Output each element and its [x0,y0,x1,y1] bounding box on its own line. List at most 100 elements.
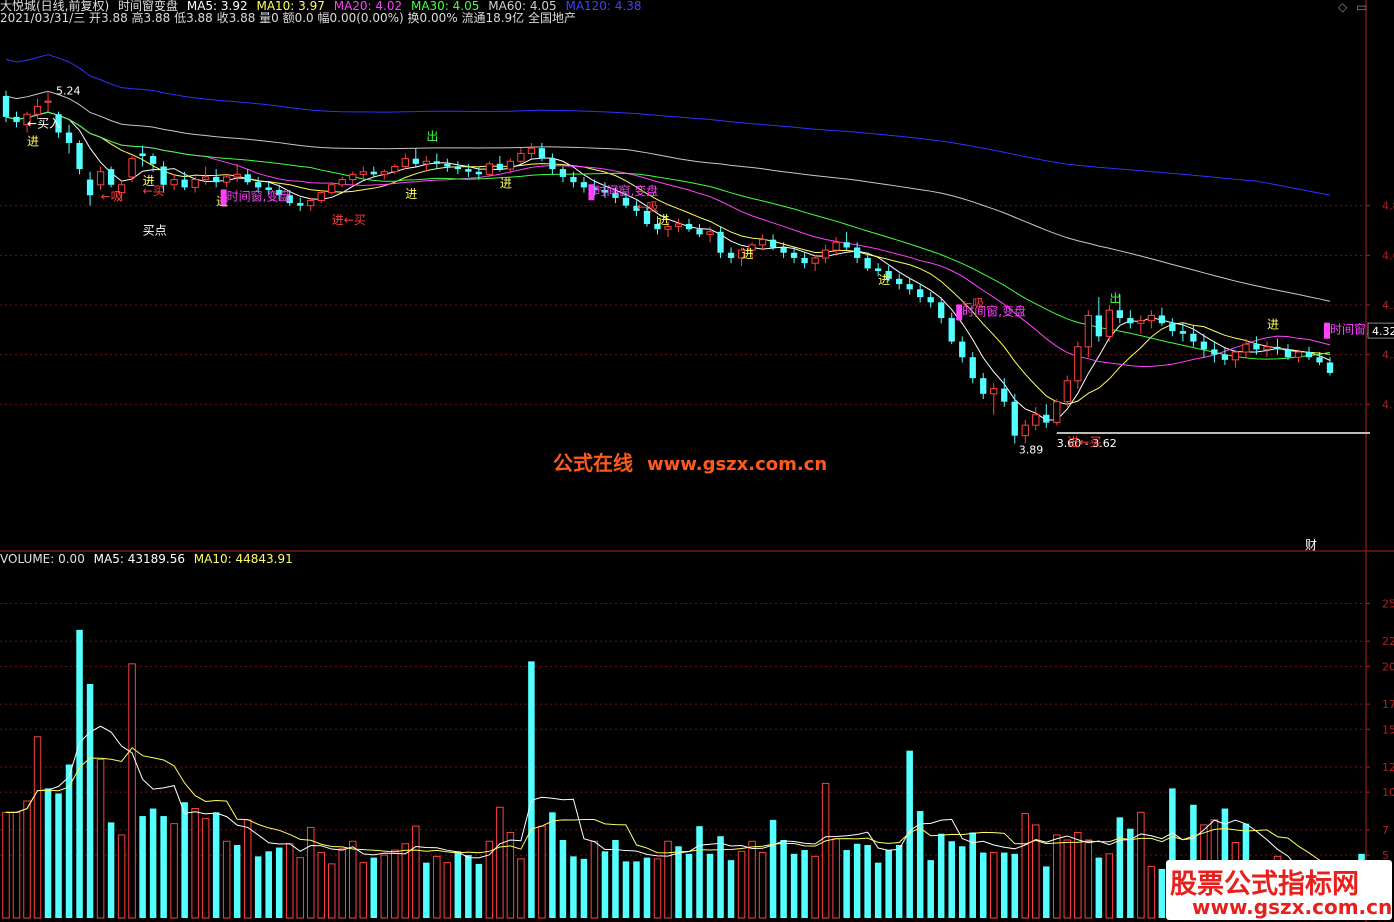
candle-body [223,176,231,183]
diamond-icon[interactable]: ◇ [1338,0,1347,14]
candle-body [906,284,913,290]
candle-body [422,160,430,165]
ma60-line [5,90,1331,302]
volume-bar [780,839,787,918]
candle-body [1294,351,1303,358]
candle-body [938,302,945,319]
candle-body [338,179,346,186]
signal-label: 进 [500,176,512,190]
candle-body [454,166,461,170]
volume-bar [727,860,735,918]
candle-body [1063,380,1071,403]
candle-body [13,116,20,123]
candle-body [685,223,693,230]
volume-bar [139,816,146,918]
candle-body [1021,424,1029,437]
finance-badge[interactable]: 财 [1305,536,1317,553]
candle-body [538,148,546,159]
candle-body [1001,388,1008,402]
volume-bar [1063,839,1072,919]
candle-body [1147,314,1156,322]
candle-body [1263,346,1271,350]
candle-body [1242,343,1250,353]
signal-label: 进←买 [332,213,366,227]
volume-bar [633,861,640,918]
candle-body [821,249,830,259]
volume-bar [201,818,210,919]
settings-icon[interactable]: ▭ [1356,0,1367,14]
volume-label[interactable]: VOLUME: 0.00 [0,552,85,566]
low-price-label: 3.89 [1019,443,1044,456]
volume-bar [675,846,682,918]
volume-bar [496,806,504,919]
volume-bar [706,853,714,918]
volume-bar [832,838,840,919]
candle-body [433,161,440,164]
candle-body [717,231,724,253]
volume-bar [359,862,368,919]
volume-tick-label: 7 [1382,824,1389,837]
watermark-name: 公式在线 [553,451,633,475]
candle-body [1316,357,1323,363]
volume-ma10-label: MA10: 44843.91 [193,552,293,566]
volume-bar [570,856,577,918]
candle-body [969,357,976,379]
candle-body [769,239,777,248]
candle-body [959,341,966,358]
candle-body [349,173,357,181]
ma120-label: MA120: 4.38 [565,0,642,13]
candle-body [990,388,998,395]
candle-body [444,163,451,167]
candle-body [201,176,210,181]
volume-bar [454,851,462,918]
signal-label: ←买 [143,184,165,198]
volume-bar [790,853,798,918]
volume-bar [517,858,525,919]
volume-tick-label: 10 [1382,786,1394,799]
candle-body [33,105,42,115]
price-tick-label: 4.19 [1382,398,1394,411]
candle-body [927,297,934,303]
candle-body [128,158,136,178]
candle-body [875,268,882,272]
volume-bar [191,808,199,919]
candle-body [107,169,115,185]
volume-bar [948,841,955,918]
candle-body [1074,346,1082,382]
signal-label: ←吸 [636,200,658,214]
volume-tick-label: 22 [1382,635,1394,648]
candle-body [980,378,987,394]
volume-bar [696,826,703,918]
volume-bar [86,683,94,918]
candle-body [412,158,419,164]
candle-body [160,166,167,185]
candle-body [517,152,525,162]
candle-body [96,171,105,186]
volume-bar [33,736,42,919]
volume-bar [117,834,126,919]
volume-bar [538,825,546,919]
ma5-line [5,111,1331,421]
signal-label: ←吸 [962,297,984,311]
candle-body [1011,401,1018,436]
volume-bar [717,836,724,918]
volume-tick-label: 25 [1382,597,1394,610]
candle-body [496,163,504,170]
candle-body [1053,401,1061,424]
volume-bar [590,840,599,919]
volume-bar [748,840,756,919]
volume-bar [160,816,167,918]
candle-body [1084,314,1092,348]
candle-body [622,197,630,206]
signal-label: 出 [1109,291,1121,305]
candle-body [139,153,146,157]
candle-body [1305,352,1313,358]
signal-label: 时间窗,变盘 [227,188,291,203]
candle-body [580,182,588,188]
candle-body [181,179,188,188]
candle-body [44,100,52,103]
signal-label: 时间窗,变盘 [594,183,658,198]
volume-bar [528,661,535,918]
volume-bar [843,850,850,918]
volume-bar [423,862,430,918]
